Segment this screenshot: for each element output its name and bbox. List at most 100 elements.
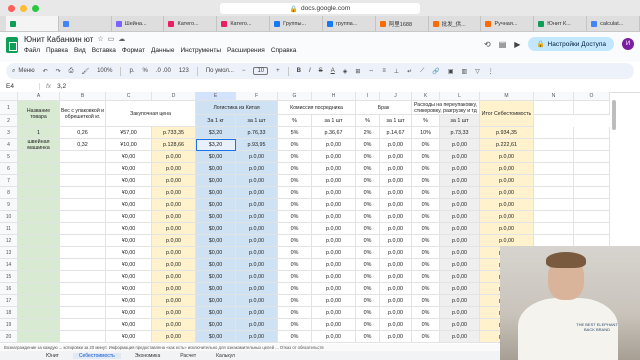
cell-b[interactable] (60, 199, 106, 211)
row-header[interactable]: 9 (0, 199, 18, 211)
cell-b[interactable] (60, 187, 106, 199)
column-header[interactable]: A (18, 92, 60, 101)
cell-h[interactable]: р.0,00 (312, 151, 356, 163)
font-select[interactable]: По умол... (206, 68, 234, 74)
cell-k[interactable]: 0% (412, 199, 440, 211)
cell-a[interactable] (18, 271, 60, 283)
browser-tab[interactable]: Юнит К... (534, 16, 588, 31)
row-header[interactable]: 6 (0, 163, 18, 175)
browser-tab[interactable]: группа... (323, 16, 376, 31)
font-size-increase-icon[interactable]: + (276, 68, 280, 74)
vertical-scrollbar[interactable] (612, 100, 616, 130)
number-format-button[interactable]: 123 (179, 68, 189, 74)
doc-title[interactable]: Юнит Кабанкин ют (24, 34, 93, 45)
cell-a[interactable]: швейная машинка (18, 139, 60, 151)
cell-a[interactable]: 1 (18, 127, 60, 139)
cell-n[interactable] (534, 199, 574, 211)
cell-j[interactable]: р.14,67 (380, 127, 412, 139)
menu-item[interactable]: Вид (74, 47, 86, 54)
row-header[interactable]: 14 (0, 259, 18, 271)
browser-tab[interactable] (59, 16, 112, 31)
row-header[interactable]: 15 (0, 271, 18, 283)
browser-tab[interactable]: Шейна... (112, 16, 165, 31)
cell-c[interactable]: ¥0,00 (106, 211, 152, 223)
cell-e[interactable]: $0,00 (196, 247, 236, 259)
comment-add-icon[interactable]: ▣ (448, 68, 454, 75)
cell-n[interactable] (534, 139, 574, 151)
cell-h[interactable]: р.0,00 (312, 163, 356, 175)
cell-n[interactable] (534, 151, 574, 163)
cell-g[interactable]: 0% (278, 307, 312, 319)
cell-e[interactable]: $0,00 (196, 151, 236, 163)
cell-l[interactable]: р.0,00 (440, 283, 480, 295)
cell-o[interactable] (574, 187, 610, 199)
cell-c[interactable]: ¥0,00 (106, 307, 152, 319)
cell-e[interactable]: $0,00 (196, 175, 236, 187)
menu-item[interactable]: Расширения (227, 47, 265, 54)
cell-f[interactable]: р.0,00 (236, 295, 278, 307)
cell-i[interactable]: 0% (356, 199, 380, 211)
cell-f[interactable]: р.93,95 (236, 139, 278, 151)
cell-n[interactable] (534, 163, 574, 175)
cell-b[interactable] (60, 247, 106, 259)
cell-a[interactable] (18, 199, 60, 211)
text-color-icon[interactable]: A (331, 68, 335, 74)
cell-c[interactable]: ¥0,00 (106, 163, 152, 175)
undo-icon[interactable]: ↶ (43, 68, 48, 75)
cell-j[interactable]: р.0,00 (380, 259, 412, 271)
cell-k[interactable]: 0% (412, 223, 440, 235)
cell-g[interactable]: 0% (278, 199, 312, 211)
cell-m[interactable]: р.0,00 (480, 175, 534, 187)
cell-e[interactable]: $0,00 (196, 331, 236, 343)
column-header[interactable]: G (278, 92, 312, 101)
column-header[interactable]: C (106, 92, 152, 101)
cell-g[interactable]: 0% (278, 283, 312, 295)
cell-k[interactable]: 0% (412, 139, 440, 151)
cell-h[interactable]: р.0,00 (312, 211, 356, 223)
move-folder-icon[interactable]: ▭ (108, 34, 115, 45)
cell-i[interactable]: 0% (356, 259, 380, 271)
sheet-tab[interactable]: Себестоимость (72, 352, 121, 359)
cell-l[interactable]: р.0,00 (440, 175, 480, 187)
row-header[interactable]: 20 (0, 331, 18, 343)
cloud-status-icon[interactable]: ☁ (118, 34, 125, 45)
share-access-button[interactable]: 🔒 Настройки Доступа (528, 37, 614, 51)
cell-l[interactable]: р.0,00 (440, 211, 480, 223)
cell-b[interactable] (60, 211, 106, 223)
cell-h[interactable]: р.0,00 (312, 223, 356, 235)
menu-item[interactable]: Правка (46, 47, 68, 54)
cell-f[interactable]: р.0,00 (236, 199, 278, 211)
cell-i[interactable]: 0% (356, 223, 380, 235)
cell-k[interactable]: 0% (412, 235, 440, 247)
cell-d[interactable]: р.0,00 (152, 223, 196, 235)
sheet-tab[interactable]: Расчет (174, 353, 202, 359)
cell-j[interactable]: р.0,00 (380, 163, 412, 175)
column-header[interactable]: L (440, 92, 480, 101)
row-header[interactable]: 2 (0, 115, 18, 127)
font-size-input[interactable]: 10 (253, 67, 269, 75)
cell-o[interactable] (574, 163, 610, 175)
cell-k[interactable]: 0% (412, 163, 440, 175)
column-header[interactable]: I (356, 92, 380, 101)
cell-i[interactable]: 0% (356, 307, 380, 319)
cell-f[interactable]: р.0,00 (236, 175, 278, 187)
cell-i[interactable]: 0% (356, 271, 380, 283)
print-icon[interactable]: ⎙ (69, 68, 74, 75)
cell-i[interactable]: 0% (356, 283, 380, 295)
meet-icon[interactable]: ▶ (514, 40, 520, 49)
cell-b[interactable] (60, 223, 106, 235)
font-size-decrease-icon[interactable]: − (242, 68, 246, 74)
cell-i[interactable]: 0% (356, 187, 380, 199)
cell-m[interactable]: р.934,35 (480, 127, 534, 139)
cell-k[interactable]: 0% (412, 259, 440, 271)
cell-j[interactable]: р.0,00 (380, 187, 412, 199)
cell-g[interactable]: 0% (278, 163, 312, 175)
cell-f[interactable]: р.0,00 (236, 271, 278, 283)
column-header[interactable]: E (196, 92, 236, 101)
row-header[interactable]: 11 (0, 223, 18, 235)
avatar[interactable]: И (622, 38, 634, 50)
cell-k[interactable]: 0% (412, 295, 440, 307)
cell-g[interactable]: 0% (278, 319, 312, 331)
browser-tab[interactable]: Группы... (270, 16, 323, 31)
cell-k[interactable]: 0% (412, 283, 440, 295)
